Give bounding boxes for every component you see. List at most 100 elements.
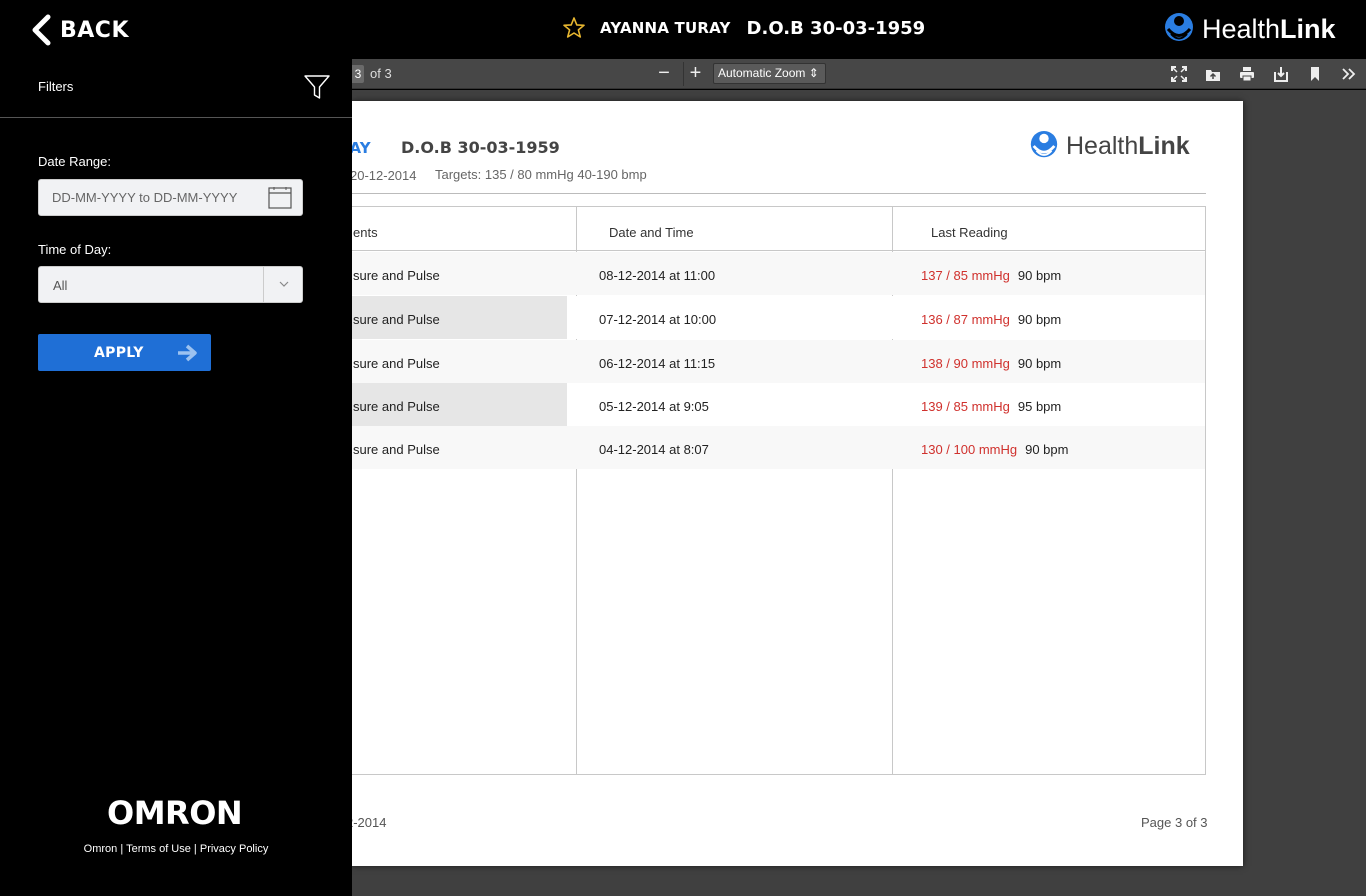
reading-cell: 136 / 87 mmHg 90 bpm — [921, 312, 1061, 327]
omron-link[interactable]: Omron — [84, 843, 118, 855]
link-separator: | — [117, 843, 127, 855]
datetime-cell: 08-12-2014 at 11:00 — [599, 268, 716, 283]
pulse-value: 95 bpm — [1017, 399, 1062, 414]
star-icon[interactable] — [562, 16, 586, 40]
header-divider — [352, 193, 1206, 194]
page-count: of 3 — [370, 66, 392, 81]
patient-dob: D.O.B 30-03-1959 — [746, 17, 926, 39]
healthlink-logo-icon — [1030, 130, 1058, 158]
report-patient-name: RAY — [352, 139, 371, 157]
fullscreen-button[interactable] — [1162, 62, 1196, 86]
top-bar: BACK AYANNA TURAY D.O.B 30-03-1959 Healt… — [0, 0, 1366, 59]
select-divider — [263, 267, 264, 302]
pdf-tools — [1162, 62, 1366, 86]
download-button[interactable] — [1264, 62, 1298, 86]
datetime-cell: 05-12-2014 at 9:05 — [599, 399, 709, 414]
double-chevron-right-icon — [1342, 68, 1356, 80]
patient-name: AYANNA TURAY — [600, 19, 731, 37]
table-row: sure and Pulse 06-12-2014 at 11:15 138 /… — [352, 340, 1205, 383]
report-targets: Targets: 135 / 80 mmHg 40-190 bmp — [435, 167, 647, 182]
calendar-icon[interactable] — [268, 187, 292, 209]
bookmark-button[interactable] — [1298, 62, 1332, 86]
reading-cell: 138 / 90 mmHg 90 bpm — [921, 356, 1061, 371]
zoom-select[interactable]: Automatic Zoom ⇕ — [713, 63, 826, 84]
filters-divider — [0, 117, 352, 118]
column-header-last-reading: Last Reading — [931, 225, 1008, 240]
filters-panel: Filters Date Range: Time of Day: All APP… — [0, 59, 352, 896]
arrow-right-icon — [178, 344, 197, 362]
blood-pressure-value: 136 / 87 mmHg — [921, 312, 1010, 327]
open-folder-icon — [1206, 70, 1220, 81]
footer-links: Omron | Terms of Use | Privacy Policy — [0, 843, 352, 855]
measurement-cell: sure and Pulse — [353, 268, 440, 283]
date-range-label: Date Range: — [38, 154, 111, 169]
measurement-cell: sure and Pulse — [353, 356, 440, 371]
reading-cell: 137 / 85 mmHg 90 bpm — [921, 268, 1061, 283]
page-footer-number: Page 3 of 3 — [1141, 815, 1208, 830]
blood-pressure-value: 139 / 85 mmHg — [921, 399, 1010, 414]
measurement-cell: sure and Pulse — [352, 296, 567, 339]
measurement-cell: sure and Pulse — [353, 442, 440, 457]
time-of-day-label: Time of Day: — [38, 242, 112, 257]
page-footer-date: 2-2014 — [352, 815, 387, 830]
patient-header: AYANNA TURAY D.O.B 30-03-1959 — [562, 16, 925, 40]
healthlink-logo-icon — [1165, 13, 1193, 41]
blood-pressure-value: 138 / 90 mmHg — [921, 356, 1010, 371]
zoom-out-button[interactable]: − — [652, 62, 676, 86]
back-label: BACK — [60, 17, 129, 43]
healthlink-wordmark: HealthLink — [1066, 131, 1190, 160]
tools-menu-button[interactable] — [1332, 62, 1366, 86]
blood-pressure-value: 130 / 100 mmHg — [921, 442, 1018, 457]
datetime-cell: 06-12-2014 at 11:15 — [599, 356, 716, 371]
healthlink-logo: HealthLink — [1162, 12, 1336, 46]
table-row: sure and Pulse 08-12-2014 at 11:00 137 /… — [352, 252, 1205, 295]
privacy-policy-link[interactable]: Privacy Policy — [200, 843, 268, 855]
table-row: sure and Pulse 07-12-2014 at 10:00 136 /… — [352, 296, 1205, 339]
download-icon — [1274, 67, 1288, 82]
document-viewer[interactable]: RAY D.O.B 30-03-1959 20-12-2014 Targets:… — [352, 90, 1366, 896]
blood-pressure-value: 137 / 85 mmHg — [921, 268, 1010, 283]
datetime-cell: 07-12-2014 at 10:00 — [599, 312, 717, 327]
report-healthlink-logo: HealthLink — [1028, 130, 1190, 162]
filters-title: Filters — [38, 79, 74, 94]
omron-logo: OMRON — [107, 794, 243, 832]
page-number-input[interactable]: 3 — [352, 65, 364, 83]
print-icon — [1240, 67, 1254, 82]
pulse-value: 90 bpm — [1025, 442, 1069, 457]
link-separator: | — [190, 843, 200, 855]
time-of-day-select[interactable]: All — [38, 266, 303, 303]
time-of-day-value: All — [53, 278, 68, 293]
apply-button[interactable]: APPLY — [38, 334, 211, 371]
apply-label: APPLY — [94, 345, 144, 361]
chevron-down-icon — [279, 281, 289, 287]
report-patient-dob: D.O.B 30-03-1959 — [401, 138, 560, 157]
back-button[interactable]: BACK — [30, 14, 129, 46]
terms-of-use-link[interactable]: Terms of Use — [126, 843, 191, 855]
open-file-button[interactable] — [1196, 62, 1230, 86]
fullscreen-icon — [1171, 66, 1187, 82]
reading-cell: 130 / 100 mmHg 90 bpm — [921, 442, 1068, 457]
table-row: sure and Pulse 04-12-2014 at 8:07 130 / … — [352, 426, 1205, 469]
pulse-value: 90 bpm — [1017, 356, 1062, 371]
zoom-in-button[interactable]: + — [683, 62, 707, 86]
date-range-field — [38, 179, 303, 216]
date-range-input[interactable] — [39, 180, 264, 215]
bookmark-icon — [1311, 67, 1319, 81]
pdf-page: RAY D.O.B 30-03-1959 20-12-2014 Targets:… — [352, 101, 1243, 866]
report-date: 20-12-2014 — [352, 168, 417, 183]
column-header-datetime: Date and Time — [609, 225, 694, 240]
readings-table: ents Date and Time Last Reading sure and… — [352, 206, 1206, 775]
pdf-toolbar: 3 of 3 − + Automatic Zoom ⇕ — [352, 59, 1366, 89]
table-header: ents Date and Time Last Reading — [352, 207, 1205, 251]
pulse-value: 90 bpm — [1017, 268, 1062, 283]
measurement-cell: sure and Pulse — [352, 383, 567, 426]
table-row: sure and Pulse 05-12-2014 at 9:05 139 / … — [352, 383, 1205, 426]
column-header-measurement: ents — [353, 225, 378, 240]
reading-cell: 139 / 85 mmHg 95 bpm — [921, 399, 1061, 414]
pulse-value: 90 bpm — [1017, 312, 1062, 327]
chevron-left-icon — [32, 14, 51, 46]
datetime-cell: 04-12-2014 at 8:07 — [599, 442, 709, 457]
print-button[interactable] — [1230, 62, 1264, 86]
filter-icon[interactable] — [303, 73, 331, 101]
healthlink-wordmark: HealthLink — [1202, 13, 1336, 44]
